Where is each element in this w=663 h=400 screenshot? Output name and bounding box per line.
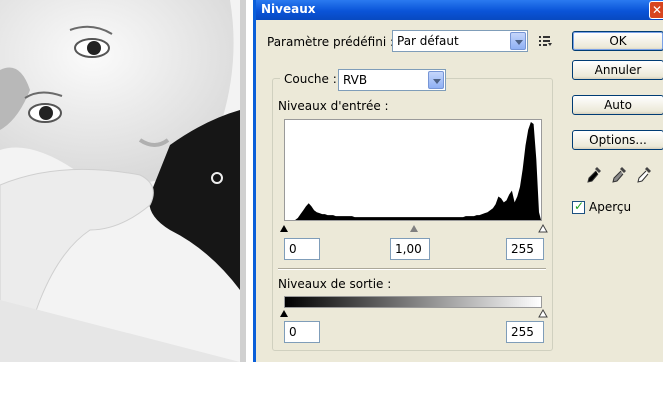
gamma-handle xyxy=(410,225,418,232)
options-list-icon[interactable] xyxy=(538,34,552,48)
input-white-field[interactable]: 255 xyxy=(506,238,544,260)
divider xyxy=(278,268,546,270)
white-eyedropper-icon[interactable] xyxy=(636,166,652,184)
preset-label: Paramètre prédéfini : xyxy=(267,35,395,49)
output-white-handle xyxy=(538,308,548,318)
input-levels-label: Niveaux d'entrée : xyxy=(278,99,389,113)
ok-button[interactable]: OK xyxy=(572,31,663,51)
gray-eyedropper-icon[interactable] xyxy=(611,166,627,184)
output-black-field[interactable]: 0 xyxy=(284,321,320,343)
photo-canvas xyxy=(0,0,246,362)
white-point-handle xyxy=(538,223,548,233)
preset-select[interactable]: Par défaut xyxy=(392,30,528,52)
input-black-field[interactable]: 0 xyxy=(284,238,320,260)
input-gamma-field[interactable]: 1,00 xyxy=(390,238,430,260)
output-gradient xyxy=(284,296,542,308)
auto-button[interactable]: Auto xyxy=(572,95,663,115)
channel-value: RVB xyxy=(343,73,368,87)
output-slider[interactable] xyxy=(280,308,548,320)
close-button[interactable]: ✕ xyxy=(649,1,663,19)
chevron-down-icon[interactable] xyxy=(428,71,444,89)
output-white-field[interactable]: 255 xyxy=(506,321,544,343)
black-point-handle xyxy=(280,225,288,232)
channel-label: Couche : xyxy=(280,72,341,86)
output-black-handle xyxy=(280,310,288,317)
screen: Niveaux ✕ Paramètre prédéfini : Par défa… xyxy=(0,0,663,400)
histogram-chart xyxy=(285,122,541,220)
preview-label: Aperçu xyxy=(589,200,632,214)
chevron-down-icon[interactable] xyxy=(510,32,526,50)
title-bar[interactable]: Niveaux ✕ xyxy=(256,0,663,20)
preset-value: Par défaut xyxy=(397,34,459,48)
histogram-area xyxy=(285,122,541,220)
channel-select[interactable]: RVB xyxy=(338,69,446,91)
black-eyedropper-icon[interactable] xyxy=(586,166,602,184)
dialog-title: Niveaux xyxy=(261,2,316,16)
cancel-button[interactable]: Annuler xyxy=(572,60,663,80)
input-slider[interactable] xyxy=(280,223,548,235)
options-button[interactable]: Options... xyxy=(572,130,663,150)
histogram xyxy=(284,119,542,221)
levels-dialog: Niveaux ✕ Paramètre prédéfini : Par défa… xyxy=(253,0,663,362)
close-icon: ✕ xyxy=(652,3,663,17)
preview-checkbox[interactable] xyxy=(572,199,585,214)
output-levels-label: Niveaux de sortie : xyxy=(278,277,392,291)
